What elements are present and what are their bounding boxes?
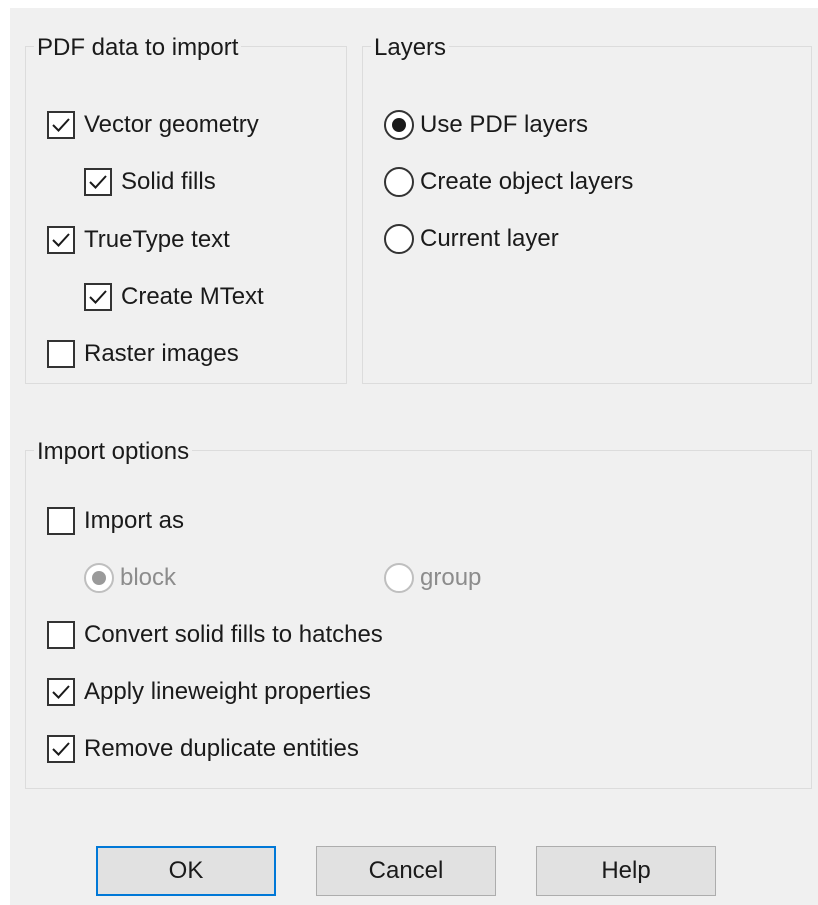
import-as-label: Import as — [84, 507, 185, 534]
ok-button[interactable]: OK — [96, 846, 276, 896]
use-pdf-layers-label: Use PDF layers — [420, 111, 589, 138]
current-layer-label: Current layer — [420, 225, 559, 252]
vector-geometry-checkbox[interactable]: Vector geometry — [47, 111, 259, 139]
truetype-text-checkbox[interactable]: TrueType text — [47, 226, 230, 254]
apply-lineweight-check-box[interactable] — [47, 678, 75, 706]
import-options-legend: Import options — [34, 439, 193, 465]
raster-images-label: Raster images — [84, 340, 239, 367]
apply-lineweight-label: Apply lineweight properties — [84, 678, 371, 705]
current-layer-radio-button[interactable] — [384, 224, 414, 254]
import-as-check-box[interactable] — [47, 507, 75, 535]
solid-fills-check-box[interactable] — [84, 168, 112, 196]
group-radio-button[interactable] — [384, 563, 414, 593]
create-object-layers-radio[interactable]: Create object layers — [384, 167, 633, 197]
remove-duplicates-label: Remove duplicate entities — [84, 735, 359, 762]
import-options-group: Import options Import as block group Con… — [25, 439, 812, 789]
check-icon — [52, 118, 70, 132]
remove-duplicates-checkbox[interactable]: Remove duplicate entities — [47, 735, 359, 763]
group-label: group — [420, 564, 482, 591]
create-object-layers-label: Create object layers — [420, 168, 634, 195]
group-radio[interactable]: group — [384, 563, 481, 593]
cancel-button[interactable]: Cancel — [316, 846, 496, 896]
truetype-text-label: TrueType text — [84, 226, 230, 253]
use-pdf-layers-radio[interactable]: Use PDF layers — [384, 110, 588, 140]
remove-duplicates-check-box[interactable] — [47, 735, 75, 763]
check-icon — [52, 685, 70, 699]
block-radio[interactable]: block — [84, 563, 176, 593]
use-pdf-layers-radio-button[interactable] — [384, 110, 414, 140]
create-mtext-checkbox[interactable]: Create MText — [84, 283, 264, 311]
raster-images-checkbox[interactable]: Raster images — [47, 340, 239, 368]
truetype-text-check-box[interactable] — [47, 226, 75, 254]
solid-fills-label: Solid fills — [121, 168, 216, 195]
vector-geometry-label: Vector geometry — [84, 111, 259, 138]
apply-lineweight-checkbox[interactable]: Apply lineweight properties — [47, 678, 371, 706]
create-object-layers-radio-button[interactable] — [384, 167, 414, 197]
pdf-import-dialog: PDF data to import Vector geometry Solid… — [10, 8, 818, 905]
vector-geometry-check-box[interactable] — [47, 111, 75, 139]
check-icon — [52, 233, 70, 247]
radio-dot-icon — [392, 118, 406, 132]
layers-legend: Layers — [371, 35, 450, 61]
check-icon — [89, 290, 107, 304]
radio-dot-icon — [92, 571, 106, 585]
convert-solid-fills-label: Convert solid fills to hatches — [84, 621, 383, 648]
block-label: block — [120, 564, 177, 591]
create-mtext-check-box[interactable] — [84, 283, 112, 311]
convert-solid-fills-check-box[interactable] — [47, 621, 75, 649]
block-radio-button[interactable] — [84, 563, 114, 593]
convert-solid-fills-checkbox[interactable]: Convert solid fills to hatches — [47, 621, 383, 649]
create-mtext-label: Create MText — [121, 283, 264, 310]
solid-fills-checkbox[interactable]: Solid fills — [84, 168, 216, 196]
help-button[interactable]: Help — [536, 846, 716, 896]
pdf-data-legend: PDF data to import — [34, 35, 242, 61]
raster-images-check-box[interactable] — [47, 340, 75, 368]
current-layer-radio[interactable]: Current layer — [384, 224, 559, 254]
layers-group: Layers Use PDF layers Create object laye… — [362, 35, 812, 384]
check-icon — [89, 175, 107, 189]
pdf-data-group: PDF data to import Vector geometry Solid… — [25, 35, 347, 384]
import-as-checkbox[interactable]: Import as — [47, 507, 184, 535]
check-icon — [52, 742, 70, 756]
